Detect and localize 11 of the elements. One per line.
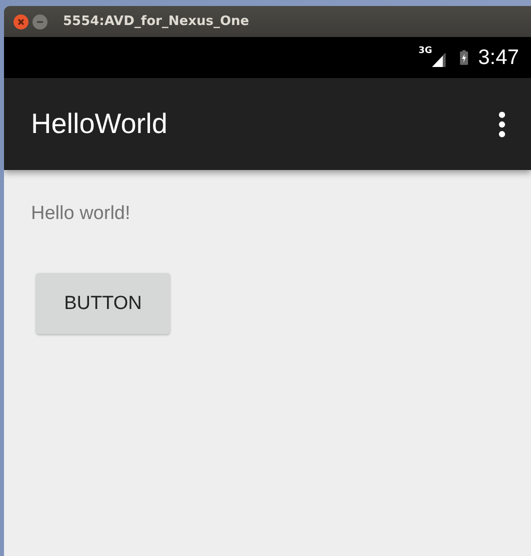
app-title: HelloWorld [31, 108, 168, 140]
overflow-menu-icon[interactable] [498, 110, 506, 138]
button[interactable]: BUTTON [36, 273, 170, 334]
minimize-icon[interactable] [32, 14, 48, 30]
battery-charging-icon [460, 50, 468, 65]
clock-time: 3:47 [478, 46, 519, 70]
window-title: 5554:AVD_for_Nexus_One [63, 14, 250, 29]
network-type: 3G [418, 46, 432, 56]
hello-text: Hello world! [31, 203, 130, 225]
signal-icon [432, 53, 446, 67]
close-icon[interactable] [13, 14, 29, 30]
